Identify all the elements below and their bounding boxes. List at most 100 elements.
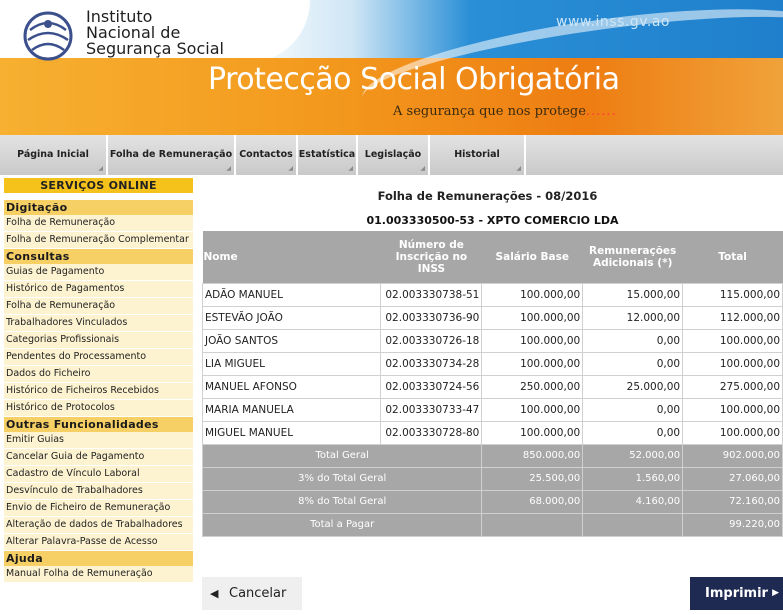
- cell-total: 100.000,00: [682, 328, 783, 353]
- cell-total: 100.000,00: [682, 420, 783, 445]
- cell-inscricao: 02.003330724-56: [380, 374, 483, 399]
- cell-salario-base: 100.000,00: [481, 305, 584, 330]
- nav-tab-label: Folha de Remuneração: [109, 149, 233, 160]
- sidebar-item-pendentes-processamento[interactable]: Pendentes do Processamento: [4, 349, 193, 366]
- cell-salario-base: 100.000,00: [481, 351, 584, 376]
- sidebar-item-alterar-palavra-passe[interactable]: Alterar Palavra-Passe de Acesso: [4, 534, 193, 551]
- sidebar-item-historico-ficheiros[interactable]: Histórico de Ficheiros Recebidos: [4, 383, 193, 400]
- col-header-remuneracoes-adicionais: Remunerações Adicionais (*): [582, 231, 683, 283]
- chevron-left-icon: ◀: [210, 587, 219, 600]
- col-header-inscricao: Número de Inscrição no INSS: [380, 231, 482, 283]
- sidebar-gap: [4, 193, 193, 200]
- company-identifier: 01.003330500-53 - XPTO COMERCIO LDA: [366, 214, 619, 227]
- sidebar-title: SERVIÇOS ONLINE: [4, 178, 193, 193]
- totals-row-8-percent: 8% do Total Geral 68.000,00 4.160,00 72.…: [201, 489, 783, 514]
- sidebar-section-outras-funcionalidades: Outras Funcionalidades: [4, 417, 193, 432]
- cell-salario-base: 250.000,00: [481, 374, 584, 399]
- cell-nome: JOÃO SANTOS: [201, 328, 382, 353]
- sidebar-item-envio-ficheiro[interactable]: Envio de Ficheiro de Remuneração: [4, 500, 193, 517]
- totals-base: 850.000,00: [481, 443, 584, 468]
- nav-tab-pagina-inicial[interactable]: Página Inicial ◢: [0, 135, 108, 175]
- nav-tab-contactos[interactable]: Contactos ◢: [236, 135, 298, 175]
- nav-tab-estatistica[interactable]: Estatística ◢: [298, 135, 358, 175]
- col-header-salario-base: Salário Base: [481, 231, 583, 283]
- nav-tab-folha-remuneracao[interactable]: Folha de Remuneração ◢: [108, 135, 236, 175]
- services-sidebar: SERVIÇOS ONLINE Digitação Folha de Remun…: [4, 178, 193, 583]
- sidebar-section-digitacao: Digitação: [4, 200, 193, 215]
- nav-tab-label: Estatística: [298, 149, 356, 160]
- corner-arrow-icon: ◢: [226, 165, 231, 172]
- totals-row-3-percent: 3% do Total Geral 25.500,00 1.560,00 27.…: [201, 466, 783, 491]
- cell-salario-base: 100.000,00: [481, 397, 584, 422]
- sidebar-section-ajuda: Ajuda: [4, 551, 193, 566]
- totals-adicionais: 52.000,00: [582, 443, 684, 468]
- inss-logo-icon[interactable]: [22, 10, 74, 62]
- totals-total: 27.060,00: [682, 466, 783, 491]
- remuneration-table: Nome Número de Inscrição no INSS Salário…: [201, 231, 783, 537]
- cell-nome: MIGUEL MANUEL: [201, 420, 382, 445]
- totals-row-total-geral: Total Geral 850.000,00 52.000,00 902.000…: [201, 443, 783, 468]
- corner-arrow-icon: ◢: [288, 165, 293, 172]
- cell-salario-base: 100.000,00: [481, 420, 584, 445]
- nav-tab-historial[interactable]: Historial ◢: [430, 135, 526, 175]
- sidebar-item-manual[interactable]: Manual Folha de Remuneração: [4, 566, 193, 583]
- sidebar-item-consulta-folha-remuneracao[interactable]: Folha de Remuneração: [4, 298, 193, 315]
- cell-nome: LIA MIGUEL: [201, 351, 382, 376]
- cell-adicionais: 0,00: [582, 328, 684, 353]
- sidebar-item-guias-pagamento[interactable]: Guias de Pagamento: [4, 264, 193, 281]
- sidebar-item-folha-remuneracao[interactable]: Folha de Remuneração: [4, 215, 193, 232]
- cell-inscricao: 02.003330733-47: [380, 397, 483, 422]
- cell-nome: ESTEVÃO JOÃO: [201, 305, 382, 330]
- cell-adicionais: 25.000,00: [582, 374, 684, 399]
- totals-total: 99.220,00: [682, 512, 783, 537]
- sidebar-section-consultas: Consultas: [4, 249, 193, 264]
- cell-adicionais: 0,00: [582, 420, 684, 445]
- print-button[interactable]: Imprimir ▶: [690, 577, 783, 610]
- cell-inscricao: 02.003330736-90: [380, 305, 483, 330]
- banner-subtitle-text: A segurança que nos protege: [393, 104, 586, 119]
- sidebar-item-cadastro-vinculo[interactable]: Cadastro de Vínculo Laboral: [4, 466, 193, 483]
- org-name: Instituto Nacional de Segurança Social: [86, 9, 224, 57]
- cell-inscricao: 02.003330738-51: [380, 282, 483, 307]
- col-header-total: Total: [682, 231, 783, 283]
- nav-tab-legislacao[interactable]: Legislação ◢: [358, 135, 430, 175]
- cell-total: 100.000,00: [682, 397, 783, 422]
- sidebar-item-folha-remuneracao-complementar[interactable]: Folha de Remuneração Complementar: [4, 232, 193, 249]
- totals-adicionais: 4.160,00: [582, 489, 684, 514]
- page-title: Folha de Remunerações - 08/2016: [377, 189, 598, 203]
- table-row: MIGUEL MANUEL 02.003330728-80 100.000,00…: [201, 420, 783, 445]
- site-header: Instituto Nacional de Segurança Social w…: [0, 0, 783, 135]
- cell-total: 115.000,00: [682, 282, 783, 307]
- sidebar-item-historico-protocolos[interactable]: Histórico de Protocolos: [4, 400, 193, 417]
- totals-row-total-a-pagar: Total a Pagar 99.220,00: [201, 512, 783, 537]
- sidebar-item-emitir-guias[interactable]: Emitir Guias: [4, 432, 193, 449]
- cell-adicionais: 0,00: [582, 351, 684, 376]
- banner-subtitle: A segurança que nos protege......: [393, 104, 617, 119]
- org-name-line3: Segurança Social: [86, 39, 224, 58]
- sidebar-item-dados-ficheiro[interactable]: Dados do Ficheiro: [4, 366, 193, 383]
- sidebar-item-alteracao-dados[interactable]: Alteração de dados de Trabalhadores: [4, 517, 193, 534]
- cell-inscricao: 02.003330726-18: [380, 328, 483, 353]
- cancel-button-label: Cancelar: [229, 586, 287, 601]
- totals-adicionais: [582, 512, 684, 537]
- table-row: ESTEVÃO JOÃO 02.003330736-90 100.000,00 …: [201, 305, 783, 330]
- sidebar-item-categorias-profissionais[interactable]: Categorias Profissionais: [4, 332, 193, 349]
- cancel-button[interactable]: ◀ Cancelar: [202, 577, 302, 610]
- sidebar-item-historico-pagamentos[interactable]: Histórico de Pagamentos: [4, 281, 193, 298]
- cell-salario-base: 100.000,00: [481, 282, 584, 307]
- nav-tab-label: Legislação: [364, 149, 422, 160]
- table-row: LIA MIGUEL 02.003330734-28 100.000,00 0,…: [201, 351, 783, 376]
- cell-total: 275.000,00: [682, 374, 783, 399]
- sidebar-item-cancelar-guia[interactable]: Cancelar Guia de Pagamento: [4, 449, 193, 466]
- site-url: www.inss.gv.ao: [556, 14, 670, 30]
- cell-salario-base: 100.000,00: [481, 328, 584, 353]
- corner-arrow-icon: ◢: [98, 165, 103, 172]
- nav-tab-label: Contactos: [239, 149, 293, 160]
- totals-base: [481, 512, 584, 537]
- sidebar-item-trabalhadores-vinculados[interactable]: Trabalhadores Vinculados: [4, 315, 193, 332]
- sidebar-item-desvinculo[interactable]: Desvínculo de Trabalhadores: [4, 483, 193, 500]
- totals-label: Total a Pagar: [201, 512, 483, 537]
- cell-adicionais: 15.000,00: [582, 282, 684, 307]
- totals-label: Total Geral: [201, 443, 483, 468]
- corner-arrow-icon: ◢: [420, 165, 425, 172]
